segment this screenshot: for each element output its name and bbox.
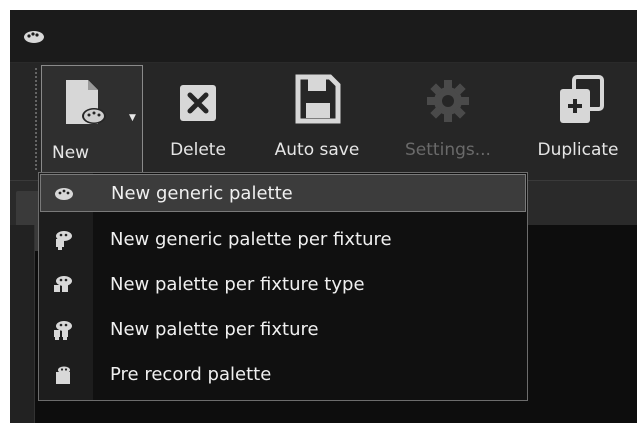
delete-label: Delete bbox=[170, 140, 226, 160]
delete-button[interactable]: Delete bbox=[154, 63, 242, 173]
menu-item-label: Pre record palette bbox=[110, 364, 272, 385]
settings-button[interactable]: Settings... bbox=[390, 63, 506, 173]
toolbar-grip[interactable] bbox=[34, 67, 38, 171]
floppy-disk-icon bbox=[295, 74, 341, 124]
menu-item-new-generic-palette-per-fixture[interactable]: New generic palette per fixture bbox=[40, 221, 526, 259]
pre-record-icon bbox=[56, 366, 70, 384]
auto-save-label: Auto save bbox=[274, 140, 360, 160]
palette-fixture-icon bbox=[56, 231, 72, 250]
title-bar bbox=[10, 10, 637, 63]
toolbar: ▼ New Delete Auto save Settings... Dupli… bbox=[10, 63, 637, 180]
auto-save-button[interactable]: Auto save bbox=[258, 63, 376, 173]
duplicate-button[interactable]: Duplicate bbox=[522, 63, 634, 173]
menu-item-label: New generic palette bbox=[111, 183, 293, 204]
menu-item-new-palette-per-fixture-type[interactable]: New palette per fixture type bbox=[40, 266, 526, 304]
menu-item-new-generic-palette[interactable]: New generic palette bbox=[40, 174, 526, 212]
duplicate-icon bbox=[560, 75, 604, 123]
duplicate-label: Duplicate bbox=[537, 140, 619, 160]
delete-icon bbox=[180, 85, 216, 121]
settings-label: Settings... bbox=[405, 140, 491, 160]
chevron-down-icon[interactable]: ▼ bbox=[129, 113, 136, 123]
new-button[interactable]: ▼ New bbox=[41, 65, 143, 173]
new-label: New bbox=[52, 143, 90, 163]
menu-item-label: New palette per fixture bbox=[110, 319, 319, 340]
palette-per-fixture-icon bbox=[54, 321, 72, 340]
menu-item-pre-record-palette[interactable]: Pre record palette bbox=[40, 356, 526, 394]
palette-fixture-type-icon bbox=[54, 276, 72, 292]
menu-item-label: New palette per fixture type bbox=[110, 274, 365, 295]
palette-app-icon bbox=[24, 31, 44, 43]
new-dropdown-menu: New generic palette New generic palette … bbox=[38, 172, 528, 401]
menu-item-new-palette-per-fixture[interactable]: New palette per fixture bbox=[40, 311, 526, 349]
menu-item-label: New generic palette per fixture bbox=[110, 229, 392, 250]
palette-icon bbox=[55, 188, 73, 200]
panel-side-strip bbox=[10, 225, 35, 423]
gear-icon bbox=[427, 80, 469, 122]
